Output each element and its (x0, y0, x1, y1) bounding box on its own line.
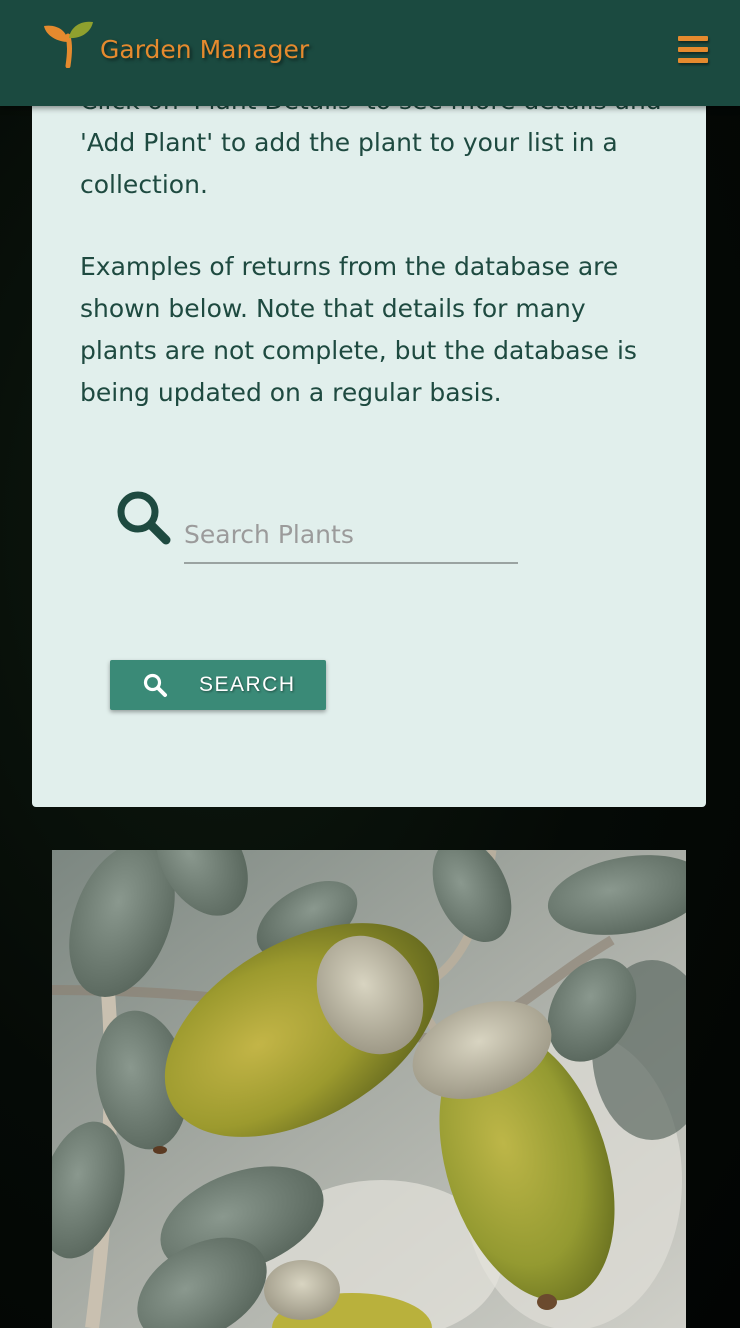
search-icon (143, 673, 167, 697)
hamburger-menu-icon[interactable] (672, 30, 716, 70)
magnifier-icon (117, 491, 171, 545)
search-button-label: SEARCH (199, 673, 296, 696)
search-button[interactable]: SEARCH (110, 660, 326, 710)
intro-paragraph-2: Examples of returns from the database ar… (80, 252, 637, 407)
top-navbar: Garden Manager (0, 0, 740, 106)
sprout-logo-icon[interactable] (40, 18, 98, 68)
brand-name[interactable]: Garden Manager (100, 32, 309, 68)
example-plant-photo (52, 850, 686, 1328)
search-plants-input[interactable] (184, 506, 518, 564)
search-info-card: Click on 'Plant Details' to see more det… (32, 40, 706, 807)
acorn-photo (52, 850, 686, 1328)
search-field-row (114, 488, 524, 568)
